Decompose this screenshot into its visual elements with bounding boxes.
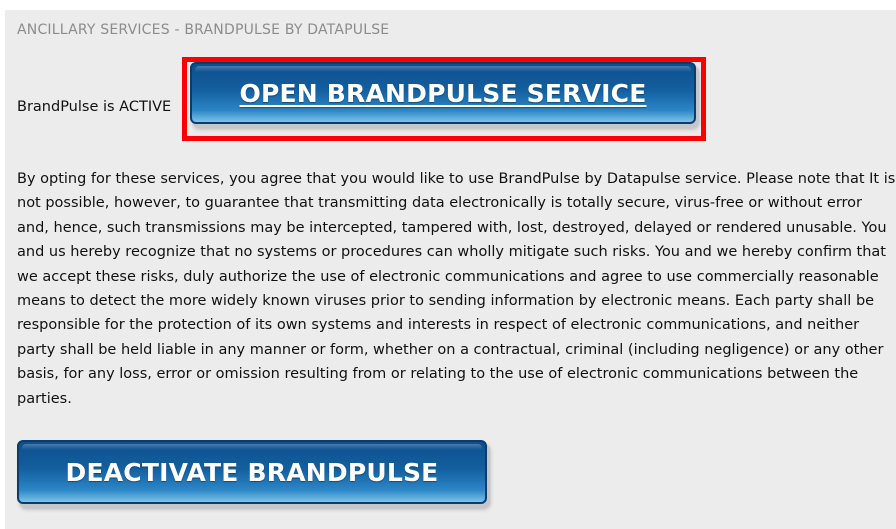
brandpulse-status-text: BrandPulse is ACTIVE xyxy=(17,99,172,115)
open-brandpulse-button[interactable]: OPEN BRANDPULSE SERVICE xyxy=(190,62,696,124)
deactivate-brandpulse-button[interactable]: DEACTIVATE BRANDPULSE xyxy=(17,440,487,504)
deactivate-brandpulse-button-label: DEACTIVATE BRANDPULSE xyxy=(65,457,439,487)
ancillary-services-panel: ANCILLARY SERVICES - BRANDPULSE BY DATAP… xyxy=(5,10,896,529)
open-brandpulse-button-label: OPEN BRANDPULSE SERVICE xyxy=(239,78,647,108)
section-title: ANCILLARY SERVICES - BRANDPULSE BY DATAP… xyxy=(17,22,390,38)
terms-text: By opting for these services, you agree … xyxy=(17,171,896,407)
